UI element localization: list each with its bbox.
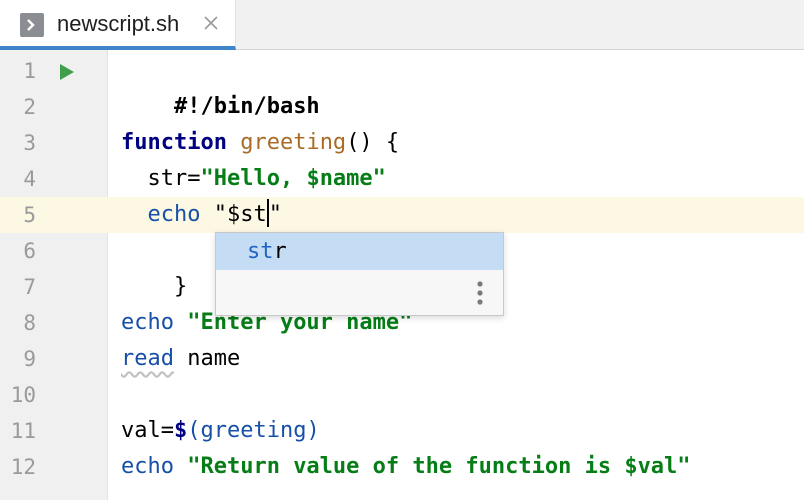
- code-line-5: echo "$st": [121, 197, 282, 233]
- line-number: 11: [10, 419, 36, 443]
- code-line-3: function greeting() {: [121, 125, 399, 161]
- tab-title: newscript.sh: [57, 11, 180, 36]
- shebang: #!/bin/bash: [173, 94, 320, 119]
- echo-command: echo: [147, 202, 201, 227]
- completion-item-label: str: [247, 233, 287, 270]
- command-substitution: (greeting): [187, 418, 320, 443]
- string-literal: "Return value of the function is $val": [173, 454, 691, 479]
- vertical-ellipsis-icon[interactable]: [474, 280, 486, 308]
- keyword-function: function: [121, 130, 227, 155]
- line-number: 6: [23, 239, 36, 263]
- close-icon[interactable]: [201, 13, 221, 33]
- code-line-12: echo "Return value of the function is $v…: [121, 449, 691, 485]
- code-line-11: val=$(greeting): [121, 413, 320, 449]
- code-line-9: read name: [121, 341, 240, 377]
- completion-rest: r: [273, 239, 287, 264]
- variable-assignment: str=: [121, 166, 201, 191]
- read-command: read: [121, 346, 174, 371]
- string-literal: "Hello, $name": [200, 166, 386, 191]
- function-name: greeting: [240, 130, 347, 155]
- read-variable: name: [173, 346, 241, 371]
- code-line-1: #!/bin/bash: [121, 53, 320, 119]
- line-number: 7: [23, 275, 36, 299]
- completion-match: st: [247, 239, 274, 264]
- function-parens: () {: [346, 130, 400, 155]
- line-number: 1: [23, 59, 36, 83]
- closing-brace: }: [173, 274, 188, 299]
- command-substitution-dollar: $: [173, 418, 188, 443]
- shell-file-icon: [20, 13, 44, 37]
- completion-item[interactable]: str: [216, 233, 503, 270]
- echo-command: echo: [121, 454, 174, 479]
- variable-assignment: val=: [121, 418, 174, 443]
- line-number: 3: [23, 131, 36, 155]
- run-icon[interactable]: [58, 62, 76, 82]
- code-line-6: }: [121, 233, 187, 299]
- code-completion-popup: str: [215, 232, 504, 316]
- tab-newscript[interactable]: newscript.sh: [0, 0, 236, 50]
- echo-command: echo: [121, 310, 174, 335]
- line-number: 2: [23, 95, 36, 119]
- editor-tab-bar: newscript.sh: [0, 0, 804, 50]
- line-number: 10: [10, 383, 36, 407]
- partial-string: "$st: [200, 202, 267, 227]
- code-line-4: str="Hello, $name": [121, 161, 386, 197]
- line-number: 8: [23, 311, 36, 335]
- line-number: 5: [23, 203, 36, 227]
- line-number: 4: [23, 167, 36, 191]
- line-number: 12: [10, 455, 36, 479]
- line-number: 9: [23, 347, 36, 371]
- closing-quote: ": [268, 202, 282, 227]
